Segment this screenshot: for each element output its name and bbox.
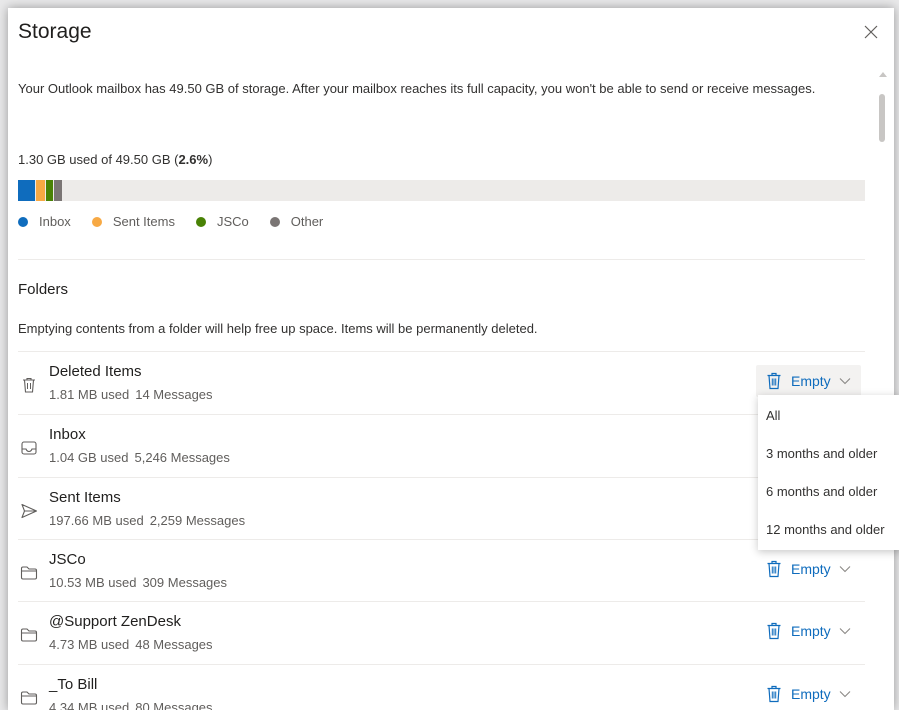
close-icon bbox=[864, 25, 878, 39]
empty-button-jsco[interactable]: Empty bbox=[756, 553, 861, 585]
folder-meta: 4.34 MB used 80 Messages bbox=[49, 700, 213, 710]
usage-segment-sent-items bbox=[36, 180, 45, 201]
empty-button-label: Empty bbox=[791, 623, 831, 639]
send-icon bbox=[21, 503, 38, 519]
scrollbar[interactable] bbox=[877, 68, 887, 710]
legend-dot bbox=[195, 216, 206, 227]
empty-button-label: Empty bbox=[791, 561, 831, 577]
menu-item-all[interactable]: All bbox=[758, 397, 899, 435]
legend-dot bbox=[91, 216, 102, 227]
empty-button-label: Empty bbox=[791, 373, 831, 389]
folder-name: JSCo bbox=[49, 551, 86, 568]
trash-icon bbox=[767, 560, 781, 578]
chevron-down-icon bbox=[839, 691, 851, 698]
trash-icon bbox=[23, 377, 35, 393]
folder-size: 1.04 GB used bbox=[49, 450, 129, 465]
legend-label: Sent Items bbox=[112, 214, 175, 229]
scrollbar-thumb[interactable] bbox=[879, 94, 885, 142]
trash-icon bbox=[767, 622, 781, 640]
legend-label: JSCo bbox=[216, 214, 249, 229]
folder-message-count: 80 Messages bbox=[135, 700, 213, 710]
section-divider bbox=[18, 259, 865, 260]
menu-item-6-months[interactable]: 6 months and older bbox=[758, 473, 899, 511]
empty-button-support-zendesk[interactable]: Empty bbox=[756, 615, 861, 647]
folder-name: Deleted Items bbox=[49, 363, 142, 380]
folder-message-count: 5,246 Messages bbox=[134, 450, 230, 465]
folder-row-jsco: JSCo 10.53 MB used 309 Messages Empty bbox=[18, 539, 865, 602]
folder-size: 10.53 MB used bbox=[49, 575, 137, 590]
folder-icon bbox=[20, 628, 38, 642]
chevron-down-icon bbox=[839, 566, 851, 573]
storage-dialog: Storage Your Outlook mailbox has 49.50 G… bbox=[8, 8, 894, 710]
folders-heading: Folders bbox=[18, 281, 69, 298]
storage-legend: Inbox Sent Items JSCo Other bbox=[18, 214, 344, 229]
folder-size: 4.73 MB used bbox=[49, 637, 130, 652]
folder-size: 4.34 MB used bbox=[49, 700, 130, 710]
folder-message-count: 48 Messages bbox=[135, 637, 213, 652]
usage-segment-jsco bbox=[46, 180, 53, 201]
folder-name: Sent Items bbox=[49, 489, 121, 506]
folder-message-count: 14 Messages bbox=[135, 387, 213, 402]
inbox-icon bbox=[21, 441, 37, 455]
chevron-up-icon bbox=[839, 378, 851, 385]
folder-icon bbox=[20, 566, 38, 580]
folder-row-deleted-items: Deleted Items 1.81 MB used 14 Messages Em… bbox=[18, 351, 865, 414]
folder-size: 197.66 MB used bbox=[49, 513, 144, 528]
legend-dot bbox=[18, 216, 28, 227]
usage-segment-other bbox=[54, 180, 62, 201]
legend-item-sent-items: Sent Items bbox=[91, 214, 175, 229]
close-button[interactable] bbox=[861, 22, 881, 42]
empty-button-label: Empty bbox=[791, 686, 831, 702]
folder-message-count: 2,259 Messages bbox=[149, 513, 246, 528]
legend-item-jsco: JSCo bbox=[195, 214, 249, 229]
storage-usage-text: 1.30 GB used of 49.50 GB (2.6%) bbox=[18, 152, 212, 167]
empty-button-to-bill[interactable]: Empty bbox=[756, 678, 861, 710]
menu-item-3-months[interactable]: 3 months and older bbox=[758, 435, 899, 473]
usage-prefix: 1.30 GB used of 49.50 GB ( bbox=[18, 152, 179, 167]
storage-usage-bar bbox=[18, 180, 865, 201]
folder-size: 1.81 MB used bbox=[49, 387, 130, 402]
trash-icon bbox=[767, 372, 781, 390]
legend-label: Other bbox=[290, 214, 324, 229]
trash-icon bbox=[767, 685, 781, 703]
legend-dot bbox=[269, 216, 280, 227]
legend-label: Inbox bbox=[39, 214, 71, 229]
folder-meta: 4.73 MB used 48 Messages bbox=[49, 637, 213, 652]
menu-item-12-months[interactable]: 12 months and older bbox=[758, 511, 899, 549]
storage-description: Your Outlook mailbox has 49.50 GB of sto… bbox=[18, 81, 816, 96]
folder-row-support-zendesk: @Support ZenDesk 4.73 MB used 48 Messages… bbox=[18, 601, 865, 664]
folder-meta: 10.53 MB used 309 Messages bbox=[49, 575, 227, 590]
folder-row-to-bill: _To Bill 4.34 MB used 80 Messages Empty bbox=[18, 664, 865, 710]
folder-row-inbox: Inbox 1.04 GB used 5,246 Messages bbox=[18, 414, 865, 477]
folder-meta: 1.81 MB used 14 Messages bbox=[49, 387, 213, 402]
legend-item-other: Other bbox=[269, 214, 324, 229]
chevron-down-icon bbox=[839, 628, 851, 635]
folder-name: Inbox bbox=[49, 426, 86, 443]
empty-options-menu: All 3 months and older 6 months and olde… bbox=[758, 395, 899, 550]
folder-meta: 197.66 MB used 2,259 Messages bbox=[49, 513, 245, 528]
usage-percent: 2.6% bbox=[178, 152, 209, 167]
folder-meta: 1.04 GB used 5,246 Messages bbox=[49, 450, 230, 465]
folder-icon bbox=[20, 691, 38, 705]
folders-description: Emptying contents from a folder will hel… bbox=[18, 321, 538, 336]
folder-row-sent-items: Sent Items 197.66 MB used 2,259 Messages bbox=[18, 477, 865, 540]
usage-suffix: ) bbox=[208, 152, 213, 167]
dialog-title: Storage bbox=[18, 20, 92, 43]
folder-name: _To Bill bbox=[49, 676, 98, 693]
scroll-up-arrow-icon[interactable] bbox=[879, 72, 887, 77]
folder-name: @Support ZenDesk bbox=[49, 613, 181, 630]
folder-message-count: 309 Messages bbox=[142, 575, 228, 590]
legend-item-inbox: Inbox bbox=[18, 214, 71, 229]
empty-button-deleted-items[interactable]: Empty bbox=[756, 365, 861, 397]
usage-segment-inbox bbox=[18, 180, 35, 201]
